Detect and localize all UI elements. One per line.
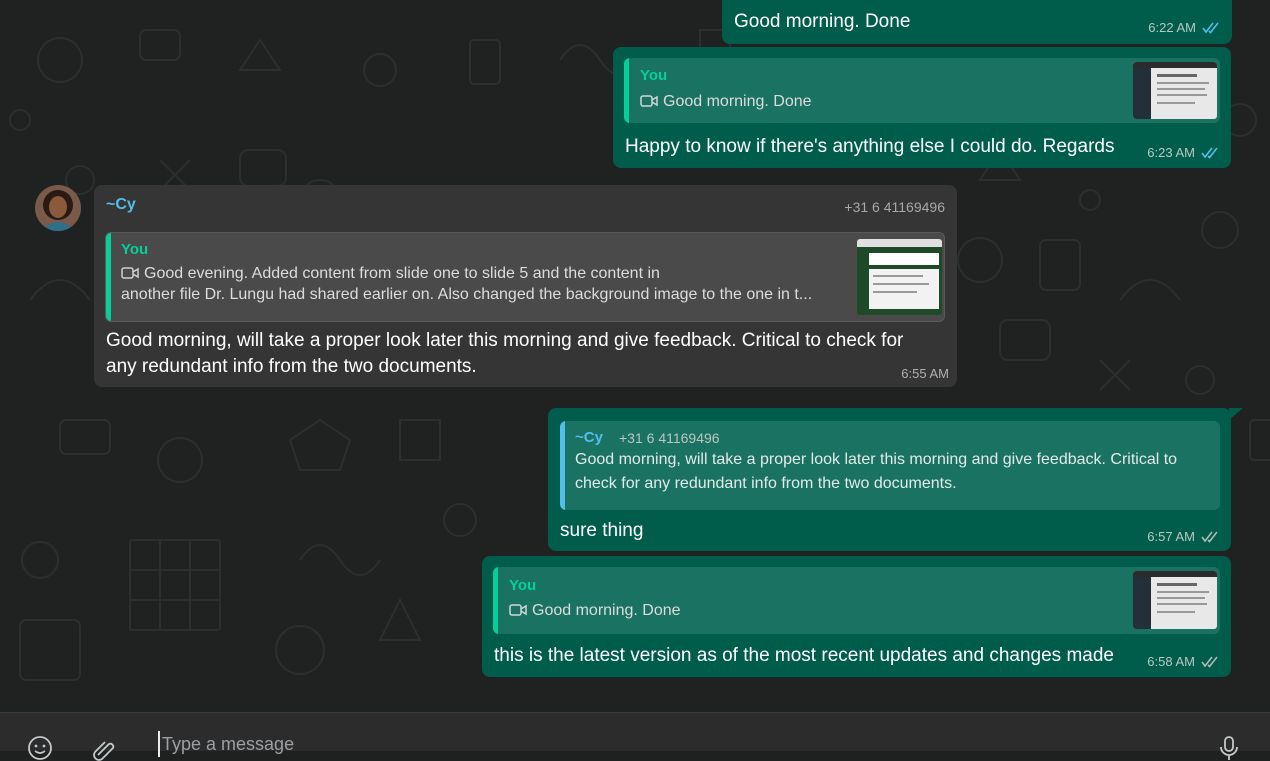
quote-thumbnail xyxy=(857,239,942,315)
double-check-icon xyxy=(1201,531,1218,543)
video-icon xyxy=(509,604,527,616)
message-text: Good morning. Done xyxy=(734,11,911,32)
attach-icon[interactable] xyxy=(92,735,118,761)
sender-phone: +31 6 41169496 xyxy=(844,199,945,215)
quote-text-line: Good evening. Added content from slide o… xyxy=(144,265,660,282)
quote-bar xyxy=(493,567,498,634)
emoji-icon[interactable] xyxy=(27,735,53,761)
message-text: this is the latest version as of the mos… xyxy=(494,645,1114,666)
quote-bar xyxy=(560,421,565,510)
message-text: sure thing xyxy=(560,520,644,541)
quote-text-row: Good morning. Done xyxy=(640,91,812,113)
quoted-message[interactable]: You Good morning. Done xyxy=(624,58,1220,123)
quote-thumbnail xyxy=(1133,571,1217,629)
quote-author: ~Cy xyxy=(575,429,603,446)
quoted-message[interactable]: ~Cy +31 6 41169496 Good morning, will ta… xyxy=(560,421,1220,510)
quote-phone: +31 6 41169496 xyxy=(619,430,720,446)
quote-text: Good morning. Done xyxy=(663,93,812,110)
video-icon xyxy=(121,267,139,279)
quote-bar xyxy=(106,233,111,321)
message-time: 6:58 AM xyxy=(1147,654,1195,669)
double-check-icon xyxy=(1201,656,1218,668)
double-check-icon xyxy=(1201,147,1218,159)
quote-text-row: Good morning. Done xyxy=(509,600,681,622)
quoted-message[interactable]: You Good evening. Added content from sli… xyxy=(105,232,945,322)
outgoing-message[interactable]: ~Cy +31 6 41169496 Good morning, will ta… xyxy=(548,408,1243,551)
contact-avatar[interactable] xyxy=(35,185,81,231)
message-time: 6:57 AM xyxy=(1147,529,1195,544)
message-text-line: any redundant info from the two document… xyxy=(106,356,477,377)
quote-text-line: Good morning, will take a proper look la… xyxy=(575,451,1178,468)
message-meta: 6:23 AM xyxy=(1147,145,1219,160)
message-meta: 6:58 AM xyxy=(1147,654,1219,669)
quote-text-line: check for any redundant info from the tw… xyxy=(575,475,957,492)
message-text: Happy to know if there's anything else I… xyxy=(625,136,1115,157)
outgoing-message[interactable]: Good morning. Done 6:22 AM xyxy=(722,0,1232,44)
message-composer xyxy=(0,712,1270,761)
outgoing-message[interactable]: You Good morning. Done this is the lates… xyxy=(482,556,1231,677)
quoted-message[interactable]: You Good morning. Done xyxy=(493,567,1220,634)
message-text-line: Good morning, will take a proper look la… xyxy=(106,330,904,351)
outgoing-message[interactable]: You Good morning. Done Happy to know if … xyxy=(613,47,1231,168)
sender-name[interactable]: ~Cy xyxy=(106,196,136,214)
quote-thumbnail xyxy=(1133,62,1217,119)
bubble-tail xyxy=(1229,408,1243,420)
quote-text-line: another file Dr. Lungu had shared earlie… xyxy=(121,286,813,303)
double-check-icon xyxy=(1202,22,1219,34)
quote-author: You xyxy=(509,577,537,594)
quote-author: You xyxy=(640,67,668,84)
message-meta: 6:22 AM xyxy=(1148,20,1220,35)
message-meta: 6:57 AM xyxy=(1147,529,1219,544)
quote-author: You xyxy=(121,241,149,258)
quote-text: Good morning. Done xyxy=(532,602,681,619)
message-time: 6:55 AM xyxy=(901,366,949,381)
message-list[interactable]: Good morning. Done 6:22 AM You Good morn… xyxy=(0,0,1270,712)
message-time: 6:22 AM xyxy=(1148,20,1196,35)
video-icon xyxy=(640,95,658,107)
message-time: 6:23 AM xyxy=(1147,145,1195,160)
microphone-icon[interactable] xyxy=(1216,735,1242,761)
quote-text-row: Good evening. Added content from slide o… xyxy=(121,263,660,285)
quote-bar xyxy=(624,58,629,123)
message-input[interactable] xyxy=(158,731,1164,757)
incoming-message[interactable]: ~Cy +31 6 41169496 You Good evening. Add… xyxy=(94,185,957,387)
